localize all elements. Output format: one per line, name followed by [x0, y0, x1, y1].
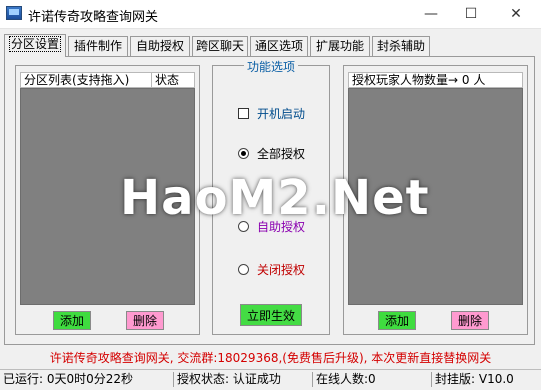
app-icon: [6, 6, 22, 20]
window-title: 许诺传奇攻略查询网关: [28, 10, 159, 25]
status-bar: 已运行: 0天0时0分22秒 授权状态: 认证成功 在线人数:0 封挂版: V1…: [0, 369, 541, 389]
tab-partition-settings[interactable]: 分区设置: [4, 34, 66, 57]
tab-anti-cheat[interactable]: 封杀辅助: [372, 36, 430, 56]
radio-button[interactable]: [238, 148, 249, 159]
delete-partition-button[interactable]: 删除: [126, 311, 164, 330]
tab-label: 分区设置: [8, 36, 62, 52]
delete-player-button[interactable]: 删除: [451, 311, 489, 330]
option-close-auth[interactable]: 关闭授权: [238, 261, 305, 278]
add-partition-button[interactable]: 添加: [53, 311, 91, 330]
status-online-count: 在线人数:0: [312, 372, 430, 387]
status-auth: 授权状态: 认证成功: [173, 372, 311, 387]
radio-button[interactable]: [238, 264, 249, 275]
title-bar: 许诺传奇攻略查询网关 — ☐ ✕: [0, 0, 541, 29]
column-status[interactable]: 状态: [151, 73, 194, 87]
tab-self-auth[interactable]: 自助授权: [130, 36, 190, 56]
watermark: HaoM2.Net: [120, 170, 430, 226]
add-player-button[interactable]: 添加: [378, 311, 416, 330]
footer-note: 许诺传奇攻略查询网关, 交流群:18029368,(免费售后升级), 本次更新直…: [49, 351, 492, 365]
status-uptime: 已运行: 0天0时0分22秒: [3, 372, 134, 386]
apply-now-button[interactable]: 立即生效: [240, 304, 302, 326]
close-button[interactable]: ✕: [496, 0, 536, 28]
checkbox[interactable]: [238, 108, 249, 119]
status-version: 封挂版: V10.0: [431, 372, 541, 387]
option-label: 开机启动: [257, 107, 306, 121]
players-list-header: 授权玩家人物数量→ 0 人: [348, 72, 523, 88]
option-auto-start[interactable]: 开机启动: [238, 105, 305, 122]
tab-area-options[interactable]: 通区选项: [250, 36, 308, 56]
maximize-button[interactable]: ☐: [451, 0, 491, 28]
tab-extensions[interactable]: 扩展功能: [310, 36, 370, 56]
tab-plugin-make[interactable]: 插件制作: [68, 36, 128, 56]
tab-cross-chat[interactable]: 跨区聊天: [192, 36, 248, 56]
option-label: 全部授权: [257, 147, 306, 161]
column-player-count[interactable]: 授权玩家人物数量→ 0 人: [349, 73, 522, 87]
minimize-button[interactable]: —: [411, 0, 451, 28]
partition-list-header: 分区列表(支持拖入) 状态: [20, 72, 195, 88]
option-label: 关闭授权: [257, 263, 306, 277]
app-window: 许诺传奇攻略查询网关 — ☐ ✕ 分区设置 插件制作 自助授权 跨区聊天 通区选…: [0, 0, 541, 390]
function-options-legend: 功能选项: [243, 58, 299, 75]
column-partition-list[interactable]: 分区列表(支持拖入): [21, 73, 151, 87]
option-full-auth[interactable]: 全部授权: [238, 145, 305, 162]
